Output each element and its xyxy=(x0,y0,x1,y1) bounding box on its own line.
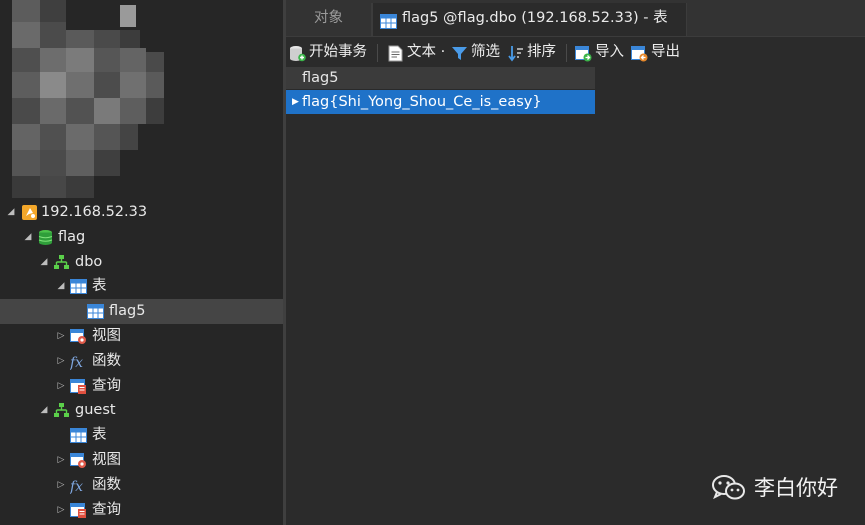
app-window: ◢ 192.168.52.33 ◢ flag ◢ dbo ◢ 表 flag5 ▷… xyxy=(0,0,865,525)
text-icon xyxy=(387,44,404,62)
tree-item-table-flag5[interactable]: flag5 xyxy=(0,299,283,324)
collapse-arrow-icon[interactable]: ◢ xyxy=(22,225,34,250)
expand-arrow-icon[interactable]: ▷ xyxy=(55,448,67,473)
collapse-arrow-icon[interactable]: ◢ xyxy=(38,398,50,423)
tree-item-label: 视图 xyxy=(92,327,121,344)
tree-item-guest-views[interactable]: ▷ 视图 xyxy=(0,448,283,473)
tab-bar: 对象 flag5 @flag.dbo (192.168.52.33) - 表 xyxy=(286,0,865,37)
toolbar-separator xyxy=(566,44,567,62)
view-icon xyxy=(70,452,87,469)
tree-item-label: dbo xyxy=(75,253,103,270)
tree-item-label: 表 xyxy=(92,278,107,295)
toolbar-button-label: 筛选 xyxy=(471,44,500,60)
query-icon xyxy=(70,502,87,519)
tree-item-label: 192.168.52.33 xyxy=(41,204,148,220)
tree-item-label: 查询 xyxy=(92,501,121,518)
table-icon xyxy=(380,11,397,29)
expand-arrow-icon[interactable]: ▷ xyxy=(55,324,67,349)
toolbar-separator xyxy=(377,44,378,62)
data-grid: flag5 ▶ flag{Shi_Yong_Shou_Ce_is_easy} xyxy=(286,67,595,114)
toolbar-button-label: 排序 xyxy=(527,44,556,60)
view-icon xyxy=(70,328,87,345)
collapse-arrow-icon[interactable]: ◢ xyxy=(55,274,67,299)
svg-text:fx: fx xyxy=(70,479,83,494)
export-icon xyxy=(631,44,648,62)
table-icon xyxy=(87,303,104,320)
toolbar-button-label: 导入 xyxy=(595,44,624,60)
svg-text:fx: fx xyxy=(70,355,83,370)
table-editor-pane: 对象 flag5 @flag.dbo (192.168.52.33) - 表 开… xyxy=(286,0,865,525)
tree-item-label: flag5 xyxy=(109,303,146,320)
database-icon xyxy=(37,229,54,246)
tree-item-guest-tables[interactable]: 表 xyxy=(0,423,283,448)
tab-label: 对象 xyxy=(314,10,343,26)
watermark-text: 李白你好 xyxy=(754,476,838,500)
transaction-icon xyxy=(289,44,306,62)
tab-label: flag5 @flag.dbo (192.168.52.33) - 表 xyxy=(402,10,668,26)
tree-item-label: 视图 xyxy=(92,451,121,468)
tree-item-dbo-tables[interactable]: ◢ 表 xyxy=(0,274,283,299)
tree-item-server[interactable]: ◢ 192.168.52.33 xyxy=(0,200,283,225)
tree-item-label: 表 xyxy=(92,427,107,444)
collapse-arrow-icon[interactable]: ◢ xyxy=(5,200,17,225)
sort-icon xyxy=(507,44,524,62)
table-icon xyxy=(70,278,87,295)
tree-item-label: guest xyxy=(75,402,116,419)
pixelated-region xyxy=(0,0,200,200)
tree-item-dbo-queries[interactable]: ▷ 查询 xyxy=(0,374,283,399)
tree-item-guest-functions[interactable]: ▷ fx 函数 xyxy=(0,473,283,498)
function-icon: fx xyxy=(69,353,87,371)
connection-tree: ◢ 192.168.52.33 ◢ flag ◢ dbo ◢ 表 flag5 ▷… xyxy=(0,200,283,522)
query-icon xyxy=(70,378,87,395)
tree-item-label: 查询 xyxy=(92,377,121,394)
expand-arrow-icon[interactable]: ▷ xyxy=(55,473,67,498)
toolbar: 开始事务 文本 · 筛选 排序 导入 导出 xyxy=(286,38,865,67)
expand-arrow-icon[interactable]: ▷ xyxy=(55,349,67,374)
table-icon xyxy=(70,427,87,444)
import-icon xyxy=(575,44,592,62)
schema-icon xyxy=(53,254,70,271)
expand-arrow-icon[interactable]: ▷ xyxy=(55,374,67,399)
toolbar-button-label: 文本 · xyxy=(407,44,446,60)
tree-item-dbo-functions[interactable]: ▷ fx 函数 xyxy=(0,349,283,374)
column-header[interactable]: flag5 xyxy=(286,67,595,90)
server-icon xyxy=(21,204,38,221)
table-cell[interactable]: flag{Shi_Yong_Shou_Ce_is_easy} xyxy=(302,90,542,114)
column-header-label: flag5 xyxy=(302,70,339,86)
schema-icon xyxy=(53,402,70,419)
tree-item-guest-queries[interactable]: ▷ 查询 xyxy=(0,498,283,523)
filter-icon xyxy=(451,44,468,61)
tree-item-dbo-views[interactable]: ▷ 视图 xyxy=(0,324,283,349)
expand-arrow-icon[interactable]: ▷ xyxy=(55,498,67,523)
toolbar-button-label: 开始事务 xyxy=(309,44,367,60)
tree-item-schema-guest[interactable]: ◢ guest xyxy=(0,398,283,423)
toolbar-button-label: 导出 xyxy=(651,44,680,60)
function-icon: fx xyxy=(69,477,87,495)
collapse-arrow-icon[interactable]: ◢ xyxy=(38,250,50,275)
tree-item-database-flag[interactable]: ◢ flag xyxy=(0,225,283,250)
navigator-pane: ◢ 192.168.52.33 ◢ flag ◢ dbo ◢ 表 flag5 ▷… xyxy=(0,0,283,525)
tree-item-label: 函数 xyxy=(92,476,121,493)
current-row-marker-icon: ▶ xyxy=(292,97,299,107)
wechat-icon xyxy=(711,474,747,502)
tab-table-flag5[interactable]: flag5 @flag.dbo (192.168.52.33) - 表 xyxy=(372,3,687,36)
tab-objects[interactable]: 对象 xyxy=(286,3,372,36)
tree-item-label: flag xyxy=(58,228,86,245)
tree-item-schema-dbo[interactable]: ◢ dbo xyxy=(0,250,283,275)
tree-item-label: 函数 xyxy=(92,352,121,369)
table-row[interactable]: ▶ flag{Shi_Yong_Shou_Ce_is_easy} xyxy=(286,90,595,114)
